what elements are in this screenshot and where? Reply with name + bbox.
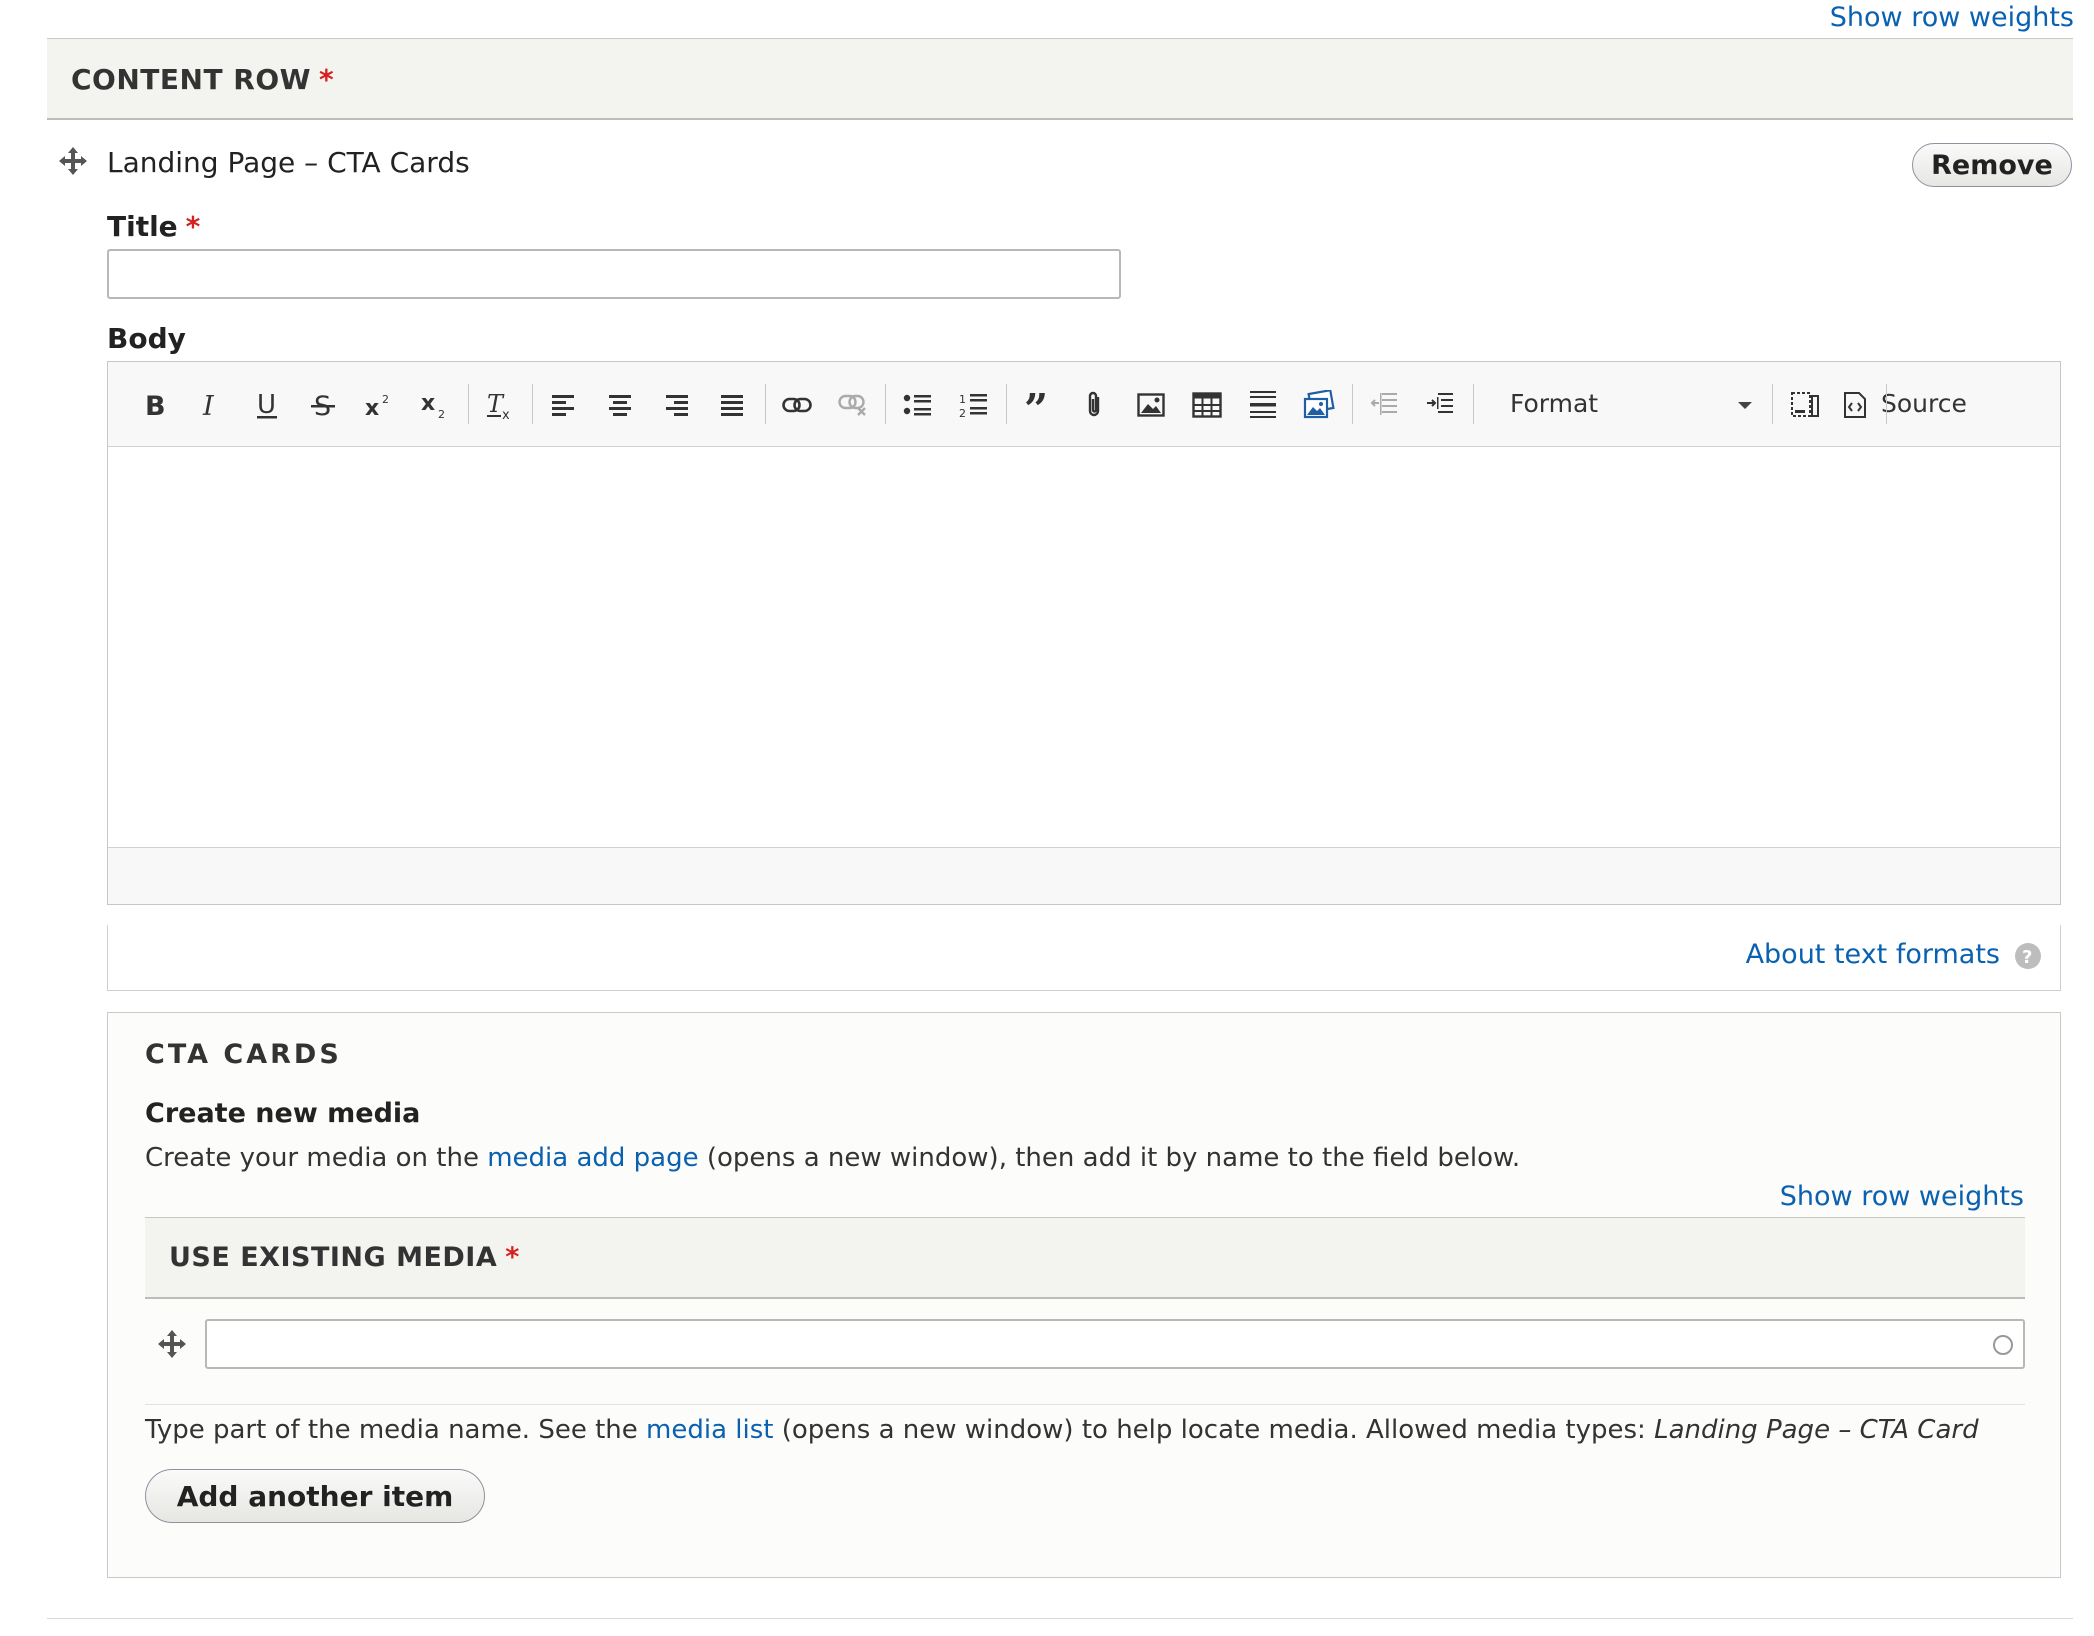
svg-text:x: x [421, 391, 435, 416]
italic-icon[interactable]: I [191, 386, 229, 424]
svg-text:U: U [257, 390, 276, 420]
table-row [145, 1299, 2025, 1405]
media-field-description: Type part of the media name. See the med… [145, 1415, 1979, 1445]
align-left-icon[interactable] [545, 386, 583, 424]
toolbar-separator [765, 384, 766, 424]
indent-icon[interactable] [1421, 386, 1459, 424]
create-desc-prefix: Create your media on the [145, 1143, 488, 1173]
align-right-icon[interactable] [657, 386, 695, 424]
allowed-media-types: Landing Page – CTA Card [1654, 1415, 1979, 1445]
bold-icon[interactable]: B [135, 386, 173, 424]
media-embed-icon[interactable] [1300, 386, 1338, 424]
title-field-label: Title * [107, 210, 200, 243]
svg-text:2: 2 [959, 407, 966, 418]
create-new-media-heading: Create new media [145, 1098, 421, 1129]
source-icon[interactable] [1836, 386, 1874, 424]
table-icon[interactable] [1188, 386, 1226, 424]
svg-text:1: 1 [959, 393, 966, 406]
show-row-weights-link[interactable]: Show row weights [1780, 1181, 2024, 1212]
toolbar-separator [1473, 384, 1474, 424]
svg-text:”: ” [1024, 392, 1048, 418]
editor-toolbar: B I U S x2 x2 Tx 12 ” [108, 362, 2060, 447]
required-marker: * [505, 1242, 520, 1273]
toolbar-separator [1772, 384, 1773, 424]
chevron-down-icon [1738, 402, 1752, 409]
source-button-label[interactable]: Source [1881, 389, 1967, 418]
rich-text-editor: B I U S x2 x2 Tx 12 ” [107, 361, 2061, 905]
image-icon[interactable] [1132, 386, 1170, 424]
media-desc-middle: (opens a new window) to help locate medi… [773, 1415, 1655, 1445]
drag-handle-icon[interactable] [157, 1329, 187, 1359]
about-text-formats-link[interactable]: About text formats [1746, 939, 2000, 970]
content-row-heading-text: CONTENT ROW [71, 63, 312, 96]
toolbar-separator [532, 384, 533, 424]
cta-cards-fieldset: CTA CARDS Create new media Create your m… [107, 1012, 2061, 1578]
align-justify-icon[interactable] [713, 386, 751, 424]
editor-status-bar [108, 847, 2060, 904]
autocomplete-throbber-icon [1993, 1335, 2013, 1355]
show-blocks-icon[interactable] [1786, 386, 1824, 424]
content-row-heading: CONTENT ROW * [71, 63, 334, 96]
toolbar-separator [468, 384, 469, 424]
svg-text:2: 2 [382, 393, 389, 406]
unlink-icon[interactable] [834, 386, 872, 424]
add-another-item-button[interactable]: Add another item [145, 1469, 485, 1523]
help-icon[interactable]: ? [2014, 942, 2042, 974]
svg-text:B: B [145, 391, 166, 419]
body-field-label: Body [107, 322, 186, 355]
bulleted-list-icon[interactable] [898, 386, 936, 424]
toolbar-separator [1006, 384, 1007, 424]
toolbar-separator [1352, 384, 1353, 424]
media-list-link[interactable]: media list [646, 1415, 773, 1445]
create-media-description: Create your media on the media add page … [145, 1143, 1520, 1173]
svg-text:x: x [365, 396, 379, 419]
link-icon[interactable] [778, 386, 816, 424]
toolbar-separator-end [1886, 384, 1887, 424]
editor-content-area[interactable] [108, 447, 2060, 849]
subscript-icon[interactable]: x2 [416, 386, 454, 424]
numbered-list-icon[interactable]: 12 [954, 386, 992, 424]
content-row-table-header: CONTENT ROW * [47, 38, 2073, 120]
drag-handle-icon[interactable] [58, 146, 88, 176]
format-dropdown[interactable]: Format [1502, 382, 1762, 426]
horizontal-rule-icon[interactable] [1244, 386, 1282, 424]
outdent-icon[interactable] [1365, 386, 1403, 424]
toolbar-separator [885, 384, 886, 424]
blockquote-icon[interactable]: ” [1020, 386, 1058, 424]
superscript-icon[interactable]: x2 [360, 386, 398, 424]
title-input[interactable] [107, 249, 1121, 299]
format-dropdown-label: Format [1510, 389, 1599, 418]
remove-format-icon[interactable]: Tx [481, 386, 519, 424]
remove-button[interactable]: Remove [1912, 143, 2072, 187]
help-icon-glyph: ? [2022, 947, 2032, 968]
strikethrough-icon[interactable]: S [304, 386, 342, 424]
required-marker: * [319, 63, 335, 96]
use-existing-media-heading: USE EXISTING MEDIA * [169, 1242, 520, 1273]
media-autocomplete-input[interactable] [205, 1319, 2025, 1369]
underline-icon[interactable]: U [248, 386, 286, 424]
cta-cards-legend: CTA CARDS [145, 1039, 342, 1070]
required-marker: * [185, 210, 201, 243]
paragraph-type-label: Landing Page – CTA Cards [107, 146, 470, 179]
svg-text:2: 2 [438, 408, 445, 420]
show-row-weights-link[interactable]: Show row weights [1830, 2, 2074, 33]
text-format-wrapper: About text formats ? [107, 925, 2061, 991]
attachment-icon[interactable] [1076, 386, 1114, 424]
use-existing-media-header: USE EXISTING MEDIA * [145, 1217, 2025, 1299]
align-center-icon[interactable] [601, 386, 639, 424]
media-desc-prefix: Type part of the media name. See the [145, 1415, 647, 1445]
use-existing-media-text: USE EXISTING MEDIA [169, 1242, 498, 1273]
svg-text:x: x [502, 408, 510, 420]
media-add-page-link[interactable]: media add page [487, 1143, 698, 1173]
svg-text:I: I [202, 391, 215, 419]
create-desc-suffix: (opens a new window), then add it by nam… [698, 1143, 1521, 1173]
divider [47, 1618, 2073, 1619]
title-label-text: Title [107, 210, 178, 243]
